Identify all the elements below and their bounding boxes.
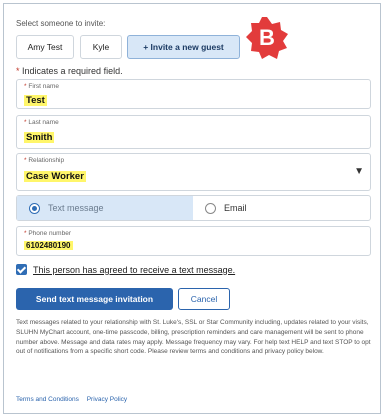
step-badge-letter: B — [259, 25, 275, 50]
relationship-value: Case Worker — [24, 171, 86, 182]
first-name-field[interactable]: * First name Test — [16, 79, 371, 109]
radio-text-message[interactable]: Text message — [17, 196, 193, 220]
disclaimer-text: Text messages related to your relationsh… — [16, 319, 371, 356]
radio-unselected-icon[interactable] — [205, 202, 216, 214]
terms-link[interactable]: Terms and Conditions — [16, 396, 79, 403]
guest-button-amy-test[interactable]: Amy Test — [16, 35, 74, 59]
invite-new-guest-button[interactable]: + Invite a new guest — [127, 35, 240, 59]
invite-label: Select someone to invite: — [16, 19, 106, 28]
required-field-note: * Indicates a required field. — [16, 66, 123, 76]
send-invitation-button[interactable]: Send text message invitation — [16, 288, 173, 310]
relationship-label: Relationship — [28, 157, 65, 164]
consent-row[interactable]: This person has agreed to receive a text… — [16, 264, 235, 275]
consent-checkbox[interactable] — [16, 264, 27, 275]
first-name-value: Test — [24, 95, 47, 106]
consent-label: This person has agreed to receive a text… — [33, 264, 236, 275]
last-name-field[interactable]: * Last name Smith — [16, 115, 371, 149]
last-name-value: Smith — [24, 132, 55, 143]
radio-email[interactable]: Email — [203, 196, 247, 220]
relationship-select[interactable]: * Relationship Case Worker ▼ — [16, 153, 371, 191]
cancel-button[interactable]: Cancel — [178, 288, 230, 310]
phone-number-field[interactable]: * Phone number 6102480190 — [16, 226, 371, 256]
last-name-label: Last name — [28, 119, 59, 126]
phone-number-label: Phone number — [28, 230, 71, 237]
radio-text-message-label: Text message — [48, 203, 104, 213]
radio-email-label: Email — [224, 203, 247, 213]
guest-button-kyle[interactable]: Kyle — [80, 35, 122, 59]
radio-selected-icon[interactable] — [29, 202, 40, 214]
chevron-down-icon[interactable]: ▼ — [354, 166, 364, 177]
first-name-label: First name — [28, 83, 60, 90]
footer-links: Terms and Conditions Privacy Policy — [16, 396, 133, 403]
contact-method-group: Text message Email — [16, 195, 371, 221]
phone-number-value: 6102480190 — [24, 241, 73, 250]
privacy-link[interactable]: Privacy Policy — [87, 396, 127, 403]
